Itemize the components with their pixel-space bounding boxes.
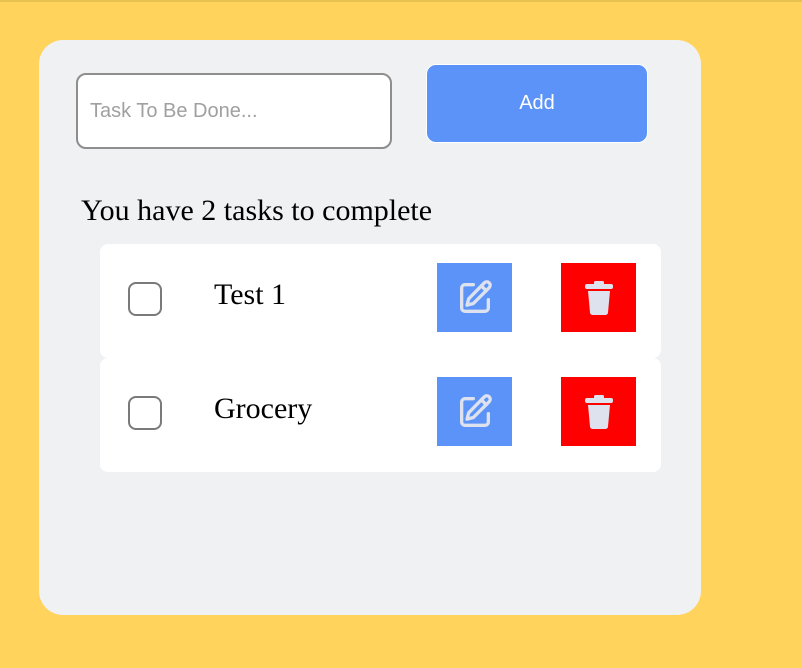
task-input[interactable] <box>76 73 392 149</box>
task-label: Grocery <box>214 392 313 425</box>
task-checkbox[interactable] <box>128 282 162 316</box>
add-button[interactable]: Add <box>426 64 648 143</box>
trash-icon <box>584 280 614 315</box>
task-count-text: You have 2 tasks to complete <box>81 194 433 227</box>
task-row: Test 1 <box>100 244 661 358</box>
edit-icon <box>455 392 495 432</box>
delete-button[interactable] <box>561 263 636 332</box>
top-border <box>0 0 802 2</box>
delete-button[interactable] <box>561 377 636 446</box>
task-label: Test 1 <box>214 278 287 311</box>
edit-button[interactable] <box>437 377 512 446</box>
task-checkbox[interactable] <box>128 396 162 430</box>
edit-icon <box>455 278 495 318</box>
task-row: Grocery <box>100 358 661 472</box>
edit-button[interactable] <box>437 263 512 332</box>
trash-icon <box>584 394 614 429</box>
